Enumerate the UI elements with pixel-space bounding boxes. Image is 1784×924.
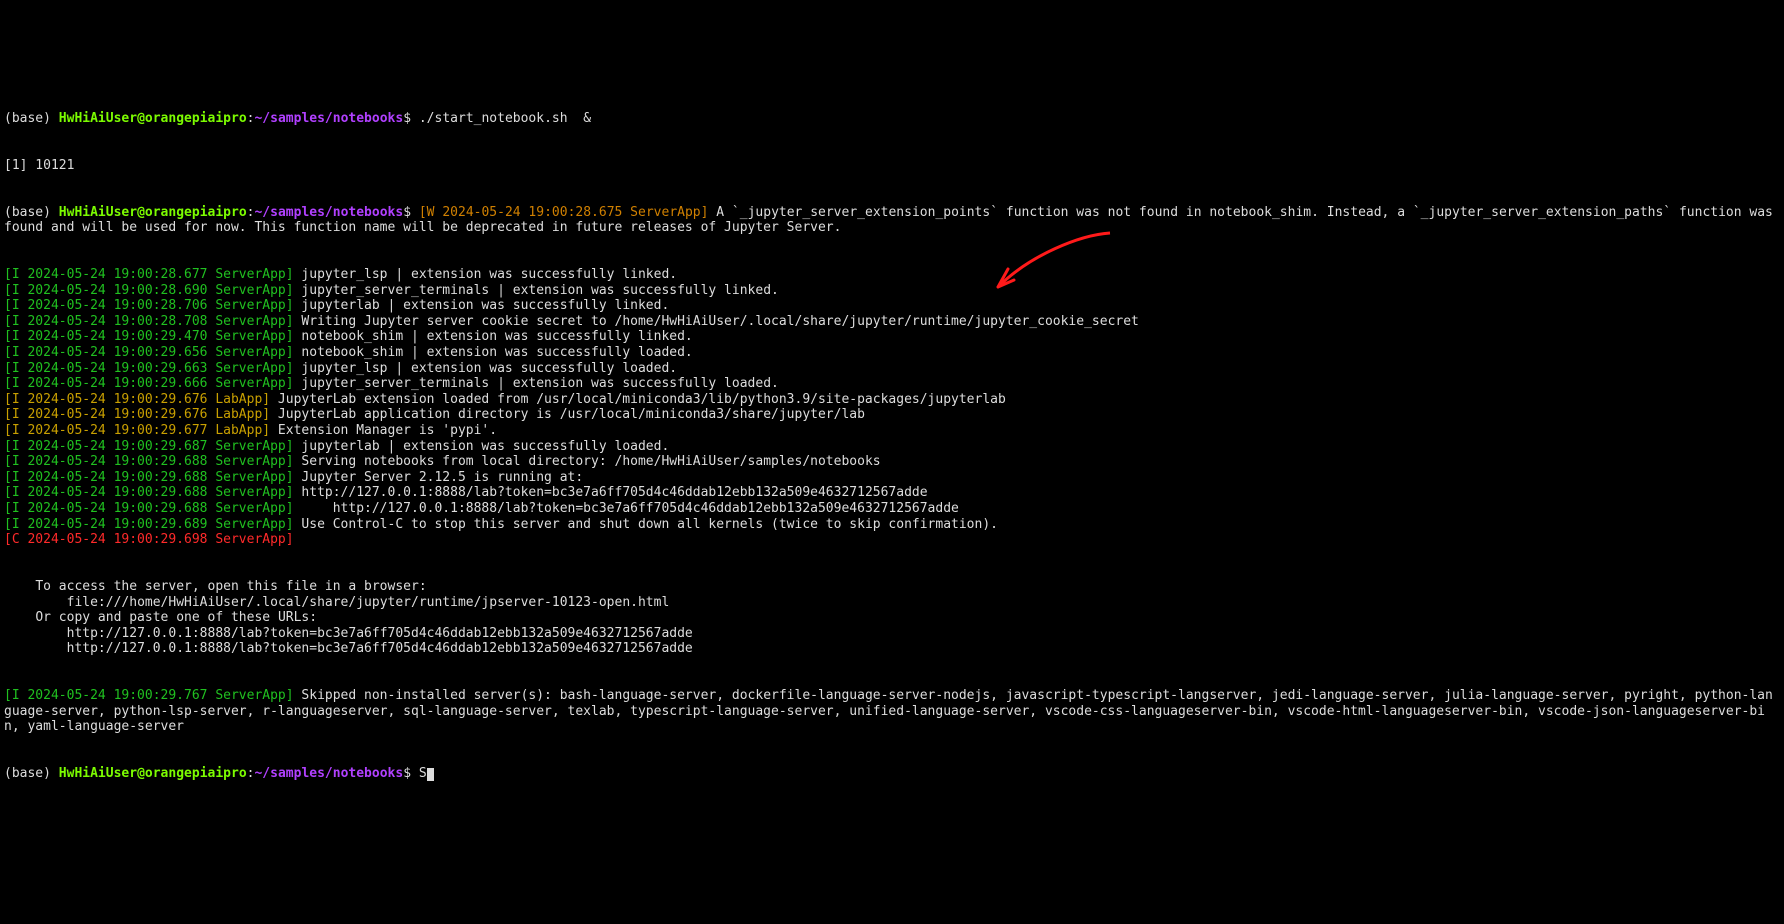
log-tag: [I 2024-05-24 19:00:29.676 LabApp] xyxy=(4,407,270,422)
prompt-at: @ xyxy=(137,111,145,126)
access-instructions: To access the server, open this file in … xyxy=(4,579,1780,657)
env-base: (base) xyxy=(4,111,59,126)
log-line: [I 2024-05-24 19:00:28.708 ServerApp] Wr… xyxy=(4,314,1780,330)
prompt-path: ~/samples/notebooks xyxy=(254,766,403,781)
prompt-host: orangepiaipro xyxy=(145,766,247,781)
skipped-line: [I 2024-05-24 19:00:29.767 ServerApp] Sk… xyxy=(4,688,1780,735)
cursor xyxy=(427,768,434,781)
log-msg: Extension Manager is 'pypi'. xyxy=(270,423,497,438)
log-lines: [I 2024-05-24 19:00:28.677 ServerApp] ju… xyxy=(4,267,1780,548)
log-tag: [I 2024-05-24 19:00:28.708 ServerApp] xyxy=(4,314,294,329)
log-msg: JupyterLab extension loaded from /usr/lo… xyxy=(270,392,1006,407)
terminal[interactable]: (base) HwHiAiUser@orangepiaipro:~/sample… xyxy=(0,78,1784,815)
log-tag: [I 2024-05-24 19:00:28.690 ServerApp] xyxy=(4,283,294,298)
prompt-dollar: $ xyxy=(403,111,419,126)
log-line: [I 2024-05-24 19:00:29.470 ServerApp] no… xyxy=(4,329,1780,345)
prompt-colon: : xyxy=(247,766,255,781)
access-line: Or copy and paste one of these URLs: xyxy=(4,610,1780,626)
log-msg: jupyter_lsp | extension was successfully… xyxy=(294,361,678,376)
warn-tag: [W 2024-05-24 19:00:28.675 ServerApp] xyxy=(419,205,709,220)
log-line: [I 2024-05-24 19:00:29.677 LabApp] Exten… xyxy=(4,423,1780,439)
log-tag: [I 2024-05-24 19:00:29.688 ServerApp] xyxy=(4,454,294,469)
prompt-user: HwHiAiUser xyxy=(59,766,137,781)
log-msg: Writing Jupyter server cookie secret to … xyxy=(294,314,1139,329)
access-line: To access the server, open this file in … xyxy=(4,579,1780,595)
log-msg: jupyter_server_terminals | extension was… xyxy=(294,376,779,391)
log-line: [I 2024-05-24 19:00:29.689 ServerApp] Us… xyxy=(4,517,1780,533)
log-tag: [I 2024-05-24 19:00:29.689 ServerApp] xyxy=(4,517,294,532)
prompt-dollar: $ xyxy=(403,766,419,781)
log-line: [I 2024-05-24 19:00:29.666 ServerApp] ju… xyxy=(4,376,1780,392)
log-msg: http://127.0.0.1:8888/lab?token=bc3e7a6f… xyxy=(294,485,928,500)
log-line: [I 2024-05-24 19:00:29.676 LabApp] Jupyt… xyxy=(4,407,1780,423)
log-tag: [I 2024-05-24 19:00:29.666 ServerApp] xyxy=(4,376,294,391)
prompt-host: orangepiaipro xyxy=(145,111,247,126)
log-msg: JupyterLab application directory is /usr… xyxy=(270,407,865,422)
log-tag: [I 2024-05-24 19:00:29.687 ServerApp] xyxy=(4,439,294,454)
log-msg: Jupyter Server 2.12.5 is running at: xyxy=(294,470,584,485)
log-msg: http://127.0.0.1:8888/lab?token=bc3e7a6f… xyxy=(294,501,959,516)
prompt-line-3[interactable]: (base) HwHiAiUser@orangepiaipro:~/sample… xyxy=(4,766,1780,782)
prompt-path: ~/samples/notebooks xyxy=(254,111,403,126)
log-line: [I 2024-05-24 19:00:29.656 ServerApp] no… xyxy=(4,345,1780,361)
prompt-dollar: $ xyxy=(403,205,419,220)
log-tag: [I 2024-05-24 19:00:29.677 LabApp] xyxy=(4,423,270,438)
bg-job-line: [1] 10121 xyxy=(4,158,1780,174)
prompt-host: orangepiaipro xyxy=(145,205,247,220)
log-line: [I 2024-05-24 19:00:29.688 ServerApp] Ju… xyxy=(4,470,1780,486)
log-tag: [C 2024-05-24 19:00:29.698 ServerApp] xyxy=(4,532,294,547)
log-tag: [I 2024-05-24 19:00:28.677 ServerApp] xyxy=(4,267,294,282)
log-msg: notebook_shim | extension was successful… xyxy=(294,329,693,344)
log-tag: [I 2024-05-24 19:00:28.706 ServerApp] xyxy=(4,298,294,313)
prompt-user: HwHiAiUser xyxy=(59,111,137,126)
command-2[interactable]: S xyxy=(419,766,427,781)
log-tag: [I 2024-05-24 19:00:29.688 ServerApp] xyxy=(4,485,294,500)
env-base: (base) xyxy=(4,205,59,220)
access-line: http://127.0.0.1:8888/lab?token=bc3e7a6f… xyxy=(4,641,1780,657)
log-line: [I 2024-05-24 19:00:29.688 ServerApp] ht… xyxy=(4,501,1780,517)
log-line: [I 2024-05-24 19:00:28.677 ServerApp] ju… xyxy=(4,267,1780,283)
log-line: [I 2024-05-24 19:00:28.706 ServerApp] ju… xyxy=(4,298,1780,314)
log-line: [I 2024-05-24 19:00:28.690 ServerApp] ju… xyxy=(4,283,1780,299)
env-base: (base) xyxy=(4,766,59,781)
log-line: [I 2024-05-24 19:00:29.676 LabApp] Jupyt… xyxy=(4,392,1780,408)
log-line: [C 2024-05-24 19:00:29.698 ServerApp] xyxy=(4,532,1780,548)
log-line: [I 2024-05-24 19:00:29.663 ServerApp] ju… xyxy=(4,361,1780,377)
log-line: [I 2024-05-24 19:00:29.688 ServerApp] Se… xyxy=(4,454,1780,470)
log-tag: [I 2024-05-24 19:00:29.663 ServerApp] xyxy=(4,361,294,376)
log-msg: jupyter_lsp | extension was successfully… xyxy=(294,267,678,282)
log-tag: [I 2024-05-24 19:00:29.656 ServerApp] xyxy=(4,345,294,360)
log-tag: [I 2024-05-24 19:00:29.676 LabApp] xyxy=(4,392,270,407)
access-line: file:///home/HwHiAiUser/.local/share/jup… xyxy=(4,595,1780,611)
prompt-at: @ xyxy=(137,205,145,220)
prompt-line-1: (base) HwHiAiUser@orangepiaipro:~/sample… xyxy=(4,111,1780,127)
prompt-line-2: (base) HwHiAiUser@orangepiaipro:~/sample… xyxy=(4,205,1780,236)
log-line: [I 2024-05-24 19:00:29.688 ServerApp] ht… xyxy=(4,485,1780,501)
prompt-at: @ xyxy=(137,766,145,781)
command-1: ./start_notebook.sh & xyxy=(419,111,591,126)
log-msg: jupyterlab | extension was successfully … xyxy=(294,298,670,313)
log-tag: [I 2024-05-24 19:00:29.470 ServerApp] xyxy=(4,329,294,344)
log-tag: [I 2024-05-24 19:00:29.688 ServerApp] xyxy=(4,501,294,516)
skipped-tag: [I 2024-05-24 19:00:29.767 ServerApp] xyxy=(4,688,294,703)
access-line: http://127.0.0.1:8888/lab?token=bc3e7a6f… xyxy=(4,626,1780,642)
prompt-user: HwHiAiUser xyxy=(59,205,137,220)
log-msg: Use Control-C to stop this server and sh… xyxy=(294,517,998,532)
prompt-path: ~/samples/notebooks xyxy=(254,205,403,220)
log-msg: notebook_shim | extension was successful… xyxy=(294,345,693,360)
log-line: [I 2024-05-24 19:00:29.687 ServerApp] ju… xyxy=(4,439,1780,455)
log-tag: [I 2024-05-24 19:00:29.688 ServerApp] xyxy=(4,470,294,485)
log-msg: Serving notebooks from local directory: … xyxy=(294,454,881,469)
log-msg: jupyterlab | extension was successfully … xyxy=(294,439,670,454)
log-msg: jupyter_server_terminals | extension was… xyxy=(294,283,779,298)
